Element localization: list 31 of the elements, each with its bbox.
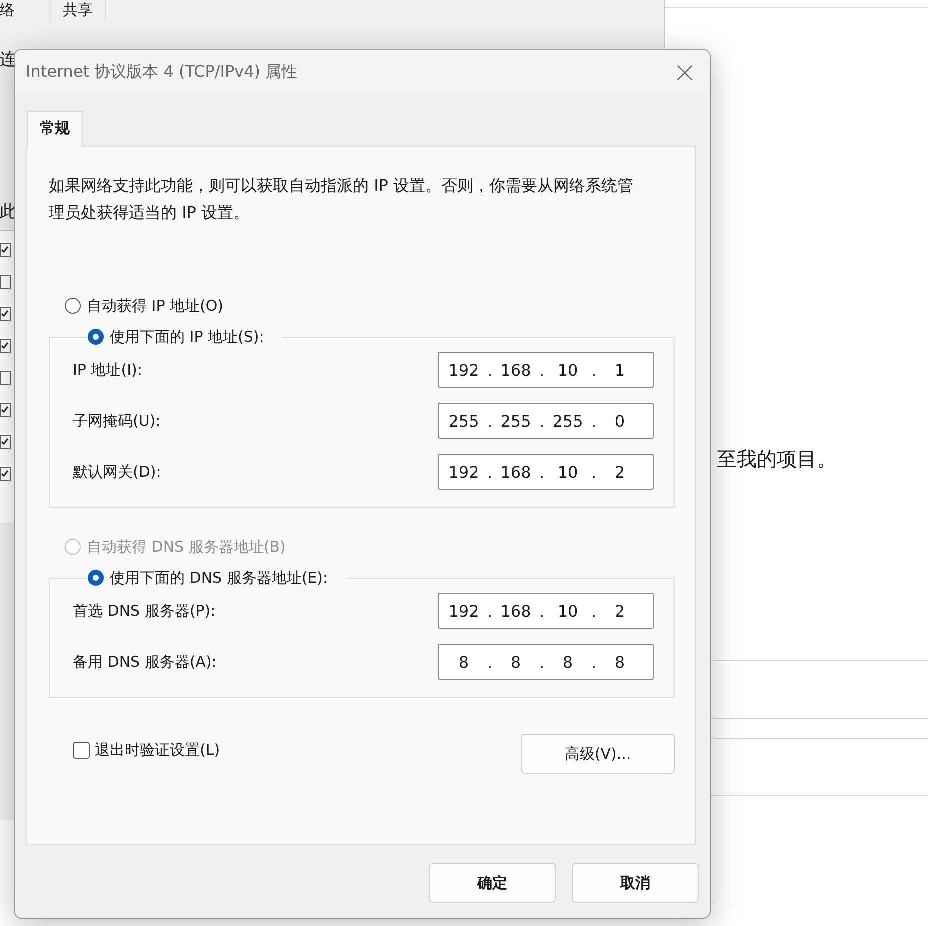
checkbox[interactable]: 退出时验证设置(L) xyxy=(73,740,220,760)
field-label: 子网掩码(U): xyxy=(73,412,161,430)
page-text: 至我的项目。 xyxy=(717,446,838,473)
checkbox[interactable] xyxy=(0,307,11,321)
checkbox[interactable] xyxy=(0,435,11,449)
checkbox[interactable] xyxy=(0,243,11,257)
dialog-button[interactable]: 确定 xyxy=(429,863,556,903)
field-label: 首选 DNS 服务器(P): xyxy=(73,602,216,620)
checkbox[interactable] xyxy=(0,371,11,385)
radio-button[interactable]: 使用下面的 DNS 服务器地址(E): xyxy=(88,567,328,589)
ip-address-field[interactable]: 192 . 168 . 10 . 1 xyxy=(438,352,654,388)
field-label: IP 地址(I): xyxy=(73,360,142,380)
window-title: Internet 协议版本 4 (TCP/IPv4) 属性 xyxy=(26,62,298,83)
tab[interactable]: 络 xyxy=(0,0,51,22)
radio-button[interactable]: 使用下面的 IP 地址(S): xyxy=(88,326,264,348)
ip-address-field[interactable]: 8 . 8 . 8 . 8 xyxy=(438,644,654,680)
radio-button[interactable]: 自动获得 IP 地址(O) xyxy=(65,295,224,317)
checkbox[interactable] xyxy=(0,275,11,289)
field-label: 默认网关(D): xyxy=(73,462,162,482)
tab[interactable]: 常规 xyxy=(27,111,83,147)
checkbox[interactable] xyxy=(0,403,11,417)
ip-address-field[interactable]: 192 . 168 . 10 . 2 xyxy=(438,454,654,490)
ip-address-field[interactable]: 192 . 168 . 10 . 2 xyxy=(438,593,654,629)
checkbox[interactable] xyxy=(0,339,11,353)
field-label: 备用 DNS 服务器(A): xyxy=(73,652,217,672)
ip-address-field[interactable]: 255 . 255 . 255 . 0 xyxy=(438,403,654,439)
dialog-button[interactable]: 取消 xyxy=(572,863,699,903)
checkbox[interactable] xyxy=(0,467,11,481)
close-icon[interactable] xyxy=(677,64,693,80)
advanced-button[interactable]: 高级(V)... xyxy=(521,734,675,774)
description-text: 如果网络支持此功能，则可以获取自动指派的 IP 设置。否则，你需要从网络系统管理员处获得适当的 IP 设置。 xyxy=(49,175,635,224)
